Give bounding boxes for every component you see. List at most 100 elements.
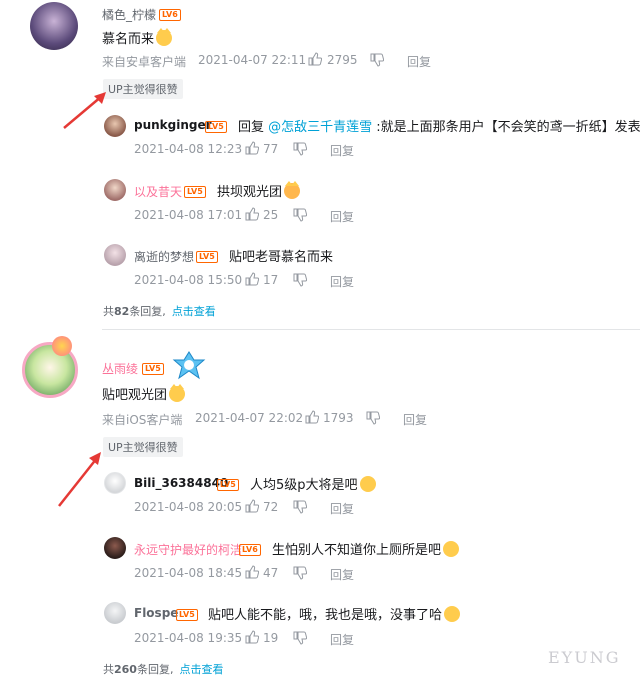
- reply-text-body: 贴吧老哥慕名而来: [229, 250, 334, 265]
- grin-emoji: [443, 541, 460, 557]
- level-badge: LV6: [239, 544, 261, 556]
- view-more-replies: 共82条回复, 点击查看: [103, 303, 216, 319]
- reply-button[interactable]: 回复: [330, 631, 354, 648]
- timestamp: 2021-04-08 20:05: [134, 500, 243, 514]
- reply-button[interactable]: 回复: [330, 142, 354, 159]
- reply-button[interactable]: 回复: [330, 273, 354, 290]
- thumbs-up-icon[interactable]: [245, 499, 259, 513]
- level-badge: LV6: [159, 9, 181, 21]
- level-badge: LV5: [205, 121, 227, 133]
- username[interactable]: 橘色_柠檬: [102, 6, 156, 23]
- timestamp: 2021-04-07 22:11: [198, 53, 307, 67]
- thumbs-down-icon[interactable]: [293, 273, 307, 287]
- like-count: 19: [263, 631, 279, 645]
- medal-icon: [172, 351, 206, 380]
- reply-text: 生怕别人不知道你上厕所是吧: [272, 539, 460, 558]
- comment-text: 慕名而来: [102, 28, 173, 47]
- more-prefix: 共: [103, 305, 114, 318]
- watermark-logo: EYUNG: [548, 648, 621, 667]
- shocked-cat-emoji: [284, 181, 301, 199]
- timestamp: 2021-04-08 19:35: [134, 631, 243, 645]
- reply-button[interactable]: 回复: [407, 53, 431, 70]
- reply-button[interactable]: 回复: [330, 500, 354, 517]
- reply-count: 82: [114, 305, 130, 318]
- mention-link[interactable]: @怎敌三千青莲雪: [268, 120, 372, 135]
- cat-emoji: [156, 28, 173, 46]
- level-badge: LV5: [196, 251, 218, 263]
- reply-button[interactable]: 回复: [330, 208, 354, 225]
- comment-text-body: 慕名而来: [102, 32, 155, 47]
- timestamp: 2021-04-08 15:50: [134, 273, 243, 287]
- thumbs-down-icon[interactable]: [366, 411, 380, 425]
- timestamp: 2021-04-08 18:45: [134, 566, 243, 580]
- thumbs-up-icon[interactable]: [305, 410, 319, 424]
- reply-text: 回复 @怎敌三千青莲雪 :就是上面那条用户【不会笑的鸢一折纸】发表的: [238, 116, 640, 135]
- client-source: 来自安卓客户端: [102, 55, 187, 69]
- view-more-link[interactable]: 点击查看: [179, 663, 223, 676]
- reply-prefix: 回复: [238, 120, 269, 135]
- thumbs-down-icon[interactable]: [293, 631, 307, 645]
- avatar[interactable]: [104, 244, 126, 266]
- comment-text: 贴吧观光团: [102, 384, 186, 403]
- comment-divider: [102, 329, 640, 330]
- view-more-link[interactable]: 点击查看: [172, 305, 216, 318]
- avatar[interactable]: [30, 2, 78, 50]
- thumbs-up-icon[interactable]: [245, 565, 259, 579]
- username[interactable]: 离逝的梦想: [134, 248, 194, 265]
- level-badge: LV5: [184, 186, 206, 198]
- grin-emoji: [359, 476, 376, 492]
- red-arrow-annotation-2: [58, 452, 101, 507]
- comment-text-body: 贴吧观光团: [102, 388, 168, 403]
- username[interactable]: Bili_36384840: [134, 476, 228, 490]
- more-suffix: 条回复,: [136, 663, 174, 676]
- thumbs-up-icon[interactable]: [245, 272, 259, 286]
- reply-text-body: 生怕别人不知道你上厕所是吧: [272, 543, 442, 558]
- like-count: 25: [263, 208, 279, 222]
- reply-text: 拱坝观光团: [217, 181, 301, 200]
- reply-button[interactable]: 回复: [403, 411, 427, 428]
- grin-emoji: [444, 606, 461, 622]
- reply-text-body: 拱坝观光团: [217, 185, 283, 200]
- reply-count: 260: [114, 663, 137, 676]
- red-arrow-annotation-1: [63, 92, 106, 129]
- thumbs-down-icon[interactable]: [293, 566, 307, 580]
- like-count: 17: [263, 273, 279, 287]
- level-badge: LV5: [176, 609, 198, 621]
- avatar[interactable]: [104, 179, 126, 201]
- username[interactable]: 丛雨绫: [102, 360, 138, 377]
- avatar[interactable]: [104, 602, 126, 624]
- more-suffix: 条回复,: [129, 305, 166, 318]
- avatar[interactable]: [104, 537, 126, 559]
- like-count: 47: [263, 566, 279, 580]
- thumbs-down-icon[interactable]: [293, 208, 307, 222]
- timestamp: 2021-04-08 17:01: [134, 208, 243, 222]
- level-badge: LV5: [142, 363, 164, 375]
- reply-text: 人均5级p大将是吧: [250, 474, 376, 493]
- avatar-pendant-icon: [52, 336, 72, 356]
- reply-text: 贴吧人能不能，哦，我也是哦，没事了哈: [208, 604, 461, 623]
- username[interactable]: Flospe: [134, 606, 178, 620]
- more-prefix: 共: [103, 663, 114, 676]
- reply-button[interactable]: 回复: [330, 566, 354, 583]
- thumbs-up-icon[interactable]: [308, 52, 322, 66]
- reply-text: 贴吧老哥慕名而来: [229, 246, 333, 265]
- client-source: 来自iOS客户端: [102, 413, 183, 427]
- thumbs-down-icon[interactable]: [370, 53, 384, 67]
- up-liked-badge: UP主觉得很赞: [103, 437, 183, 457]
- like-count: 2795: [327, 53, 358, 67]
- like-count: 1793: [323, 411, 354, 425]
- username[interactable]: 永远守护最好的柯洁: [134, 541, 242, 558]
- reply-text-body: 贴吧人能不能，哦，我也是哦，没事了哈: [208, 608, 443, 623]
- thumbs-up-icon[interactable]: [245, 207, 259, 221]
- thumbs-up-icon[interactable]: [245, 141, 259, 155]
- thumbs-down-icon[interactable]: [293, 500, 307, 514]
- thumbs-down-icon[interactable]: [293, 142, 307, 156]
- like-count: 72: [263, 500, 279, 514]
- timestamp: 2021-04-07 22:02: [195, 411, 304, 425]
- avatar[interactable]: [104, 472, 126, 494]
- username[interactable]: punkginger: [134, 118, 212, 132]
- thumbs-up-icon[interactable]: [245, 630, 259, 644]
- username[interactable]: 以及昔天: [134, 183, 182, 200]
- like-count: 77: [263, 142, 279, 156]
- timestamp: 2021-04-08 12:23: [134, 142, 243, 156]
